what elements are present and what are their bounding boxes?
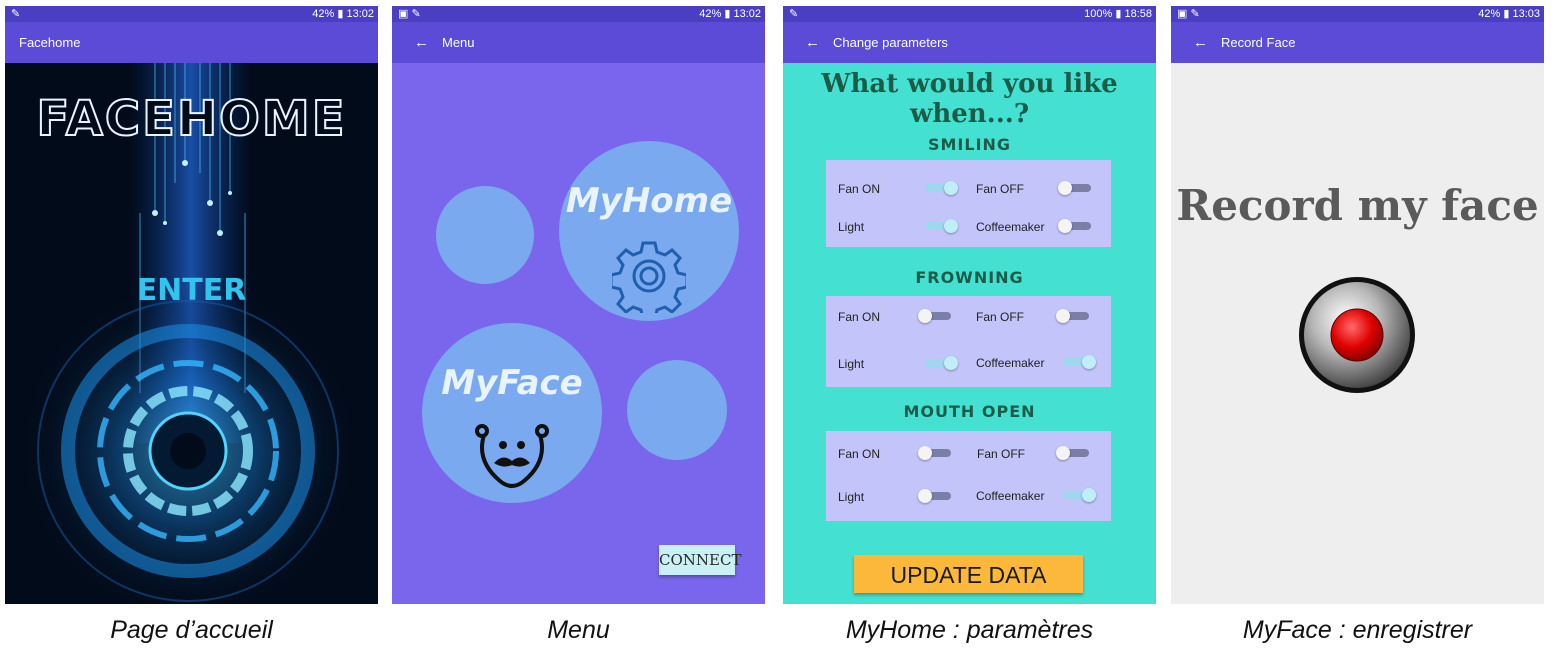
facehome-logo: FACEHOME — [36, 90, 347, 148]
smiling-options-card: Fan ON Fan OFF Light Coffeemaker — [826, 160, 1111, 247]
myface-button[interactable]: MyFace — [422, 323, 602, 503]
back-arrow-icon[interactable]: ← — [1193, 22, 1208, 63]
option-label: Fan ON — [838, 310, 881, 324]
menu-screen: ▣ ✎ 42% ▮ 13:02 ← Menu MyHome MyFace CON… — [392, 6, 765, 604]
toggle-switch[interactable] — [1056, 446, 1092, 460]
option-label: Coffeemaker — [976, 220, 1045, 234]
parameters-heading: What would you like when...? — [821, 69, 1118, 129]
option-label: Fan ON — [838, 447, 881, 461]
record-content: Record my face — [1171, 63, 1544, 604]
notification-icon: ▣ ✎ — [398, 8, 421, 20]
option-label: Fan OFF — [977, 447, 1026, 461]
status-info: 42% ▮ 13:02 — [312, 8, 374, 20]
back-arrow-icon[interactable]: ← — [805, 22, 820, 63]
caption-home: Page d’accueil — [110, 616, 273, 644]
toggle-switch[interactable] — [918, 309, 954, 323]
caption-myhome: MyHome : paramètres — [845, 616, 1094, 644]
option-label: Coffeemaker — [976, 489, 1045, 503]
caption-myface: MyFace : enregistrer — [1242, 616, 1473, 644]
app-bar: ← Change parameters — [783, 22, 1156, 63]
option-label: Light — [838, 357, 865, 371]
notification-icon: ✎ — [789, 8, 799, 20]
myhome-button[interactable]: MyHome — [559, 141, 739, 321]
menu-content: MyHome MyFace CONNECT — [392, 63, 765, 604]
option-label: Fan OFF — [976, 182, 1025, 196]
splash-background: FACEHOME ENTER — [5, 63, 378, 604]
app-bar: Facehome — [5, 22, 378, 63]
enter-button[interactable]: ENTER — [5, 273, 378, 308]
update-data-button[interactable]: UPDATE DATA — [854, 555, 1083, 593]
status-bar: ✎ 42% ▮ 13:02 — [5, 6, 378, 22]
app-bar: ← Menu — [392, 22, 765, 63]
mustache-face-icon — [475, 424, 549, 488]
option-label: Fan OFF — [976, 310, 1025, 324]
toggle-switch[interactable] — [1058, 181, 1094, 195]
status-bar: ▣ ✎ 42% ▮ 13:02 — [392, 6, 765, 22]
app-bar: ← Record Face — [1171, 22, 1544, 63]
toggle-switch[interactable] — [1058, 219, 1094, 233]
myhome-label: MyHome — [565, 181, 733, 221]
app-bar-title: Change parameters — [833, 35, 948, 50]
status-info: 100% ▮ 18:58 — [1084, 8, 1152, 20]
record-icon[interactable] — [1297, 275, 1417, 395]
change-parameters-screen: ✎ 100% ▮ 18:58 ← Change parameters What … — [783, 6, 1156, 604]
notification-icon: ✎ — [11, 8, 21, 20]
section-title-mouth-open: MOUTH OPEN — [903, 402, 1036, 421]
record-title: Record my face — [1176, 181, 1539, 230]
facehome-screen: ✎ 42% ▮ 13:02 Facehome FACEHOME ENTER — [5, 6, 378, 604]
parameters-content: What would you like when...? SMILING Fan… — [783, 63, 1156, 604]
section-title-smiling: SMILING — [927, 135, 1012, 154]
status-info: 42% ▮ 13:03 — [1478, 8, 1540, 20]
empty-circle-bottom — [627, 360, 727, 460]
notification-icon: ▣ ✎ — [1177, 8, 1200, 20]
status-info: 42% ▮ 13:02 — [699, 8, 761, 20]
toggle-switch[interactable] — [922, 181, 958, 195]
toggle-switch[interactable] — [918, 489, 954, 503]
option-label: Light — [838, 220, 865, 234]
app-bar-title: Menu — [442, 35, 475, 50]
status-bar: ✎ 100% ▮ 18:58 — [783, 6, 1156, 22]
empty-circle-top — [436, 186, 534, 284]
back-arrow-icon[interactable]: ← — [414, 22, 429, 63]
myface-label: MyFace — [441, 363, 583, 403]
caption-menu: Menu — [547, 616, 610, 644]
toggle-switch[interactable] — [918, 446, 954, 460]
option-label: Fan ON — [838, 182, 881, 196]
toggle-switch[interactable] — [922, 219, 958, 233]
section-title-frowning: FROWNING — [915, 268, 1024, 287]
connect-button[interactable]: CONNECT — [659, 545, 741, 575]
mouth-open-options-card: Fan ON Fan OFF Light Coffeemaker — [826, 431, 1111, 521]
app-bar-title: Facehome — [19, 35, 81, 50]
frowning-options-card: Fan ON Fan OFF Light Coffeemaker — [826, 296, 1111, 387]
status-bar: ▣ ✎ 42% ▮ 13:03 — [1171, 6, 1544, 22]
toggle-switch[interactable] — [1060, 488, 1096, 502]
option-label: Coffeemaker — [976, 356, 1045, 370]
toggle-switch[interactable] — [1056, 309, 1092, 323]
toggle-switch[interactable] — [922, 356, 958, 370]
option-label: Light — [838, 490, 865, 504]
gear-icon — [612, 241, 686, 313]
record-face-screen: ▣ ✎ 42% ▮ 13:03 ← Record Face Record my … — [1171, 6, 1544, 604]
app-bar-title: Record Face — [1221, 35, 1296, 50]
toggle-switch[interactable] — [1060, 355, 1096, 369]
